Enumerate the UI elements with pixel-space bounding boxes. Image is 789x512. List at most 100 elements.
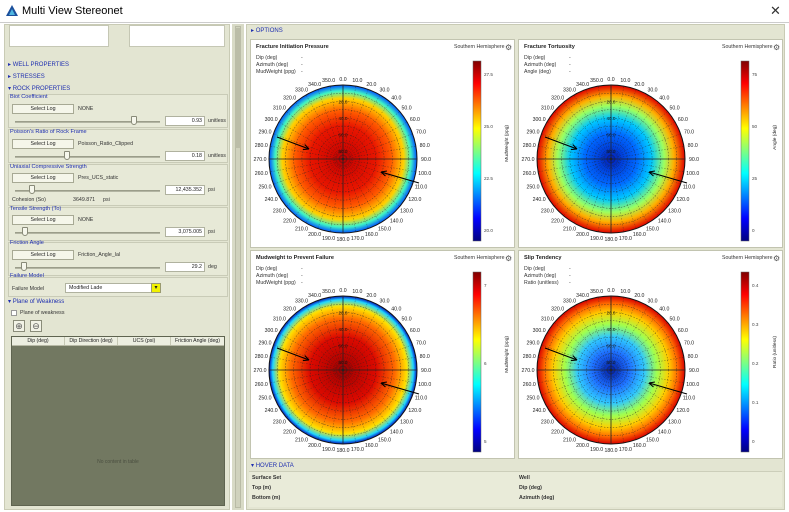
friction-unit: deg xyxy=(208,264,217,270)
colorbar-tick: 22.5 xyxy=(484,176,493,181)
azimuth-label: 260.0 xyxy=(523,382,536,388)
section-rock-properties[interactable]: ▾ ROCK PROPERTIES xyxy=(8,85,70,92)
tensile-slider-track[interactable] xyxy=(15,232,160,234)
azimuth-label: 100.0 xyxy=(418,382,431,388)
remove-row-icon[interactable]: ⊖ xyxy=(30,320,42,332)
azimuth-label: 30.0 xyxy=(647,88,657,94)
section-well-properties[interactable]: ▸ WELL PROPERTIES xyxy=(8,61,69,68)
azimuth-label: 290.0 xyxy=(259,130,272,136)
ucs-slider-track[interactable] xyxy=(15,190,160,192)
ucs-log-name: Pres_UCS_static xyxy=(78,175,119,181)
azimuth-label: 300.0 xyxy=(533,328,546,334)
azimuth-label: 220.0 xyxy=(283,218,296,224)
biot-value-input[interactable]: 0.93 xyxy=(165,116,205,126)
azimuth-label: 280.0 xyxy=(255,354,268,360)
ucs-slider-handle[interactable] xyxy=(29,185,36,194)
azimuth-label: 350.0 xyxy=(590,289,603,295)
column-ucs[interactable]: UCS (psi) xyxy=(118,337,171,345)
ucs-unit: psi xyxy=(208,187,215,193)
azimuth-label: 210.0 xyxy=(295,226,308,232)
azimuth-label: 20.0 xyxy=(634,293,644,299)
colorbar-label: Ratio (unitless) xyxy=(773,336,778,368)
colorbar-tick: 0.3 xyxy=(752,322,759,327)
biot-log-name: NONE xyxy=(78,106,94,112)
azimuth-label: 180.0 xyxy=(337,448,350,454)
azimuth-label: 110.0 xyxy=(683,184,696,190)
azimuth-label: 250.0 xyxy=(527,184,540,190)
stereonet-chart[interactable]: Fracture Tortuosity Southern Hemisphere ⚙ D… xyxy=(518,39,783,248)
column-dip[interactable]: Dip (deg) xyxy=(12,337,65,345)
stereonet-chart[interactable]: Mudweight to Prevent Failure Southern Hem… xyxy=(250,250,515,459)
poisson-value-input[interactable]: 0.18 xyxy=(165,151,205,161)
azimuth-label: 350.0 xyxy=(590,78,603,84)
azimuth-label: 160.0 xyxy=(365,232,378,238)
azimuth-label: 40.0 xyxy=(659,307,669,313)
azimuth-label: 50.0 xyxy=(670,317,680,323)
azimuth-label: 200.0 xyxy=(308,443,321,449)
azimuth-label: 190.0 xyxy=(322,447,335,453)
section-options[interactable]: ▸ OPTIONS xyxy=(251,27,283,34)
azimuth-label: 150.0 xyxy=(646,226,659,232)
stereonet-chart[interactable]: Slip Tendency Southern Hemisphere ⚙ Dip (de… xyxy=(518,250,783,459)
add-row-icon[interactable]: ⊕ xyxy=(13,320,25,332)
stereonet-panel: ▸ OPTIONS Fracture Initiation Pressure So… xyxy=(246,24,785,510)
failure-model-value: Modified Lade xyxy=(69,285,103,291)
azimuth-label: 340.0 xyxy=(576,82,589,88)
section-label: Plane of Weakness xyxy=(12,299,65,305)
biot-slider-track[interactable] xyxy=(15,121,160,123)
azimuth-label: 10.0 xyxy=(352,78,362,84)
azimuth-label: 170.0 xyxy=(351,447,364,453)
azimuth-label: 70.0 xyxy=(416,130,426,136)
azimuth-label: 250.0 xyxy=(259,184,272,190)
azimuth-label: 300.0 xyxy=(533,117,546,123)
azimuth-label: 220.0 xyxy=(551,429,564,435)
azimuth-label: 330.0 xyxy=(295,299,308,305)
section-stresses[interactable]: ▸ STRESSES xyxy=(8,73,45,80)
tensile-value-input[interactable]: 3,075.005 xyxy=(165,227,205,237)
column-friction-angle[interactable]: Friction Angle (deg) xyxy=(171,337,224,345)
friction-select-log-button[interactable]: Select Log xyxy=(12,250,74,260)
azimuth-label: 10.0 xyxy=(352,289,362,295)
dip-label: 40.0 xyxy=(339,327,348,332)
cohesion-unit: psi xyxy=(103,197,110,203)
ucs-value-input[interactable]: 12,435.352 xyxy=(165,185,205,195)
ucs-select-log-button[interactable]: Select Log xyxy=(12,173,74,183)
close-icon[interactable]: ✕ xyxy=(770,3,781,19)
azimuth-label: 100.0 xyxy=(418,171,431,177)
biot-select-log-button[interactable]: Select Log xyxy=(12,104,74,114)
azimuth-label: 190.0 xyxy=(590,236,603,242)
poisson-select-log-button[interactable]: Select Log xyxy=(12,139,74,149)
colorbar-gradient xyxy=(472,271,482,453)
failure-model-select[interactable]: Modified Lade xyxy=(65,283,160,293)
poisson-slider-track[interactable] xyxy=(15,156,160,158)
azimuth-label: 20.0 xyxy=(366,293,376,299)
biot-slider-handle[interactable] xyxy=(130,116,137,125)
plane-of-weakness-checkbox[interactable] xyxy=(11,310,17,316)
chevron-down-icon[interactable]: ▾ xyxy=(151,283,161,293)
tensile-slider-handle[interactable] xyxy=(22,227,29,236)
azimuth-label: 280.0 xyxy=(523,143,536,149)
column-dip-direction[interactable]: Dip Direction (deg) xyxy=(65,337,118,345)
biot-label: Biot Coefficient xyxy=(10,94,48,100)
left-scrollbar-thumb[interactable] xyxy=(235,28,241,148)
dip-label: 20.0 xyxy=(607,99,616,104)
section-hover-data[interactable]: ▾ HOVER DATA xyxy=(251,462,294,469)
friction-value-input[interactable]: 29.2 xyxy=(165,262,205,272)
azimuth-label: 230.0 xyxy=(541,419,554,425)
azimuth-label: 240.0 xyxy=(265,408,278,414)
azimuth-label: 310.0 xyxy=(541,106,554,112)
azimuth-label: 330.0 xyxy=(563,299,576,305)
section-plane-of-weakness[interactable]: ▾ Plane of Weakness xyxy=(8,298,64,305)
azimuth-label: 90.0 xyxy=(421,157,431,163)
colorbar-tick: 0.4 xyxy=(752,283,759,288)
stereonet-chart[interactable]: Fracture Initiation Pressure Southern Hem… xyxy=(250,39,515,248)
dip-label: 80.0 xyxy=(607,149,616,154)
azimuth-label: 0.0 xyxy=(339,288,346,294)
azimuth-label: 40.0 xyxy=(659,96,669,102)
azimuth-label: 220.0 xyxy=(283,429,296,435)
azimuth-label: 100.0 xyxy=(686,171,699,177)
poisson-slider-handle[interactable] xyxy=(64,151,71,160)
tensile-select-log-button[interactable]: Select Log xyxy=(12,215,74,225)
friction-slider-track[interactable] xyxy=(15,267,160,269)
friction-slider-handle[interactable] xyxy=(20,262,27,271)
